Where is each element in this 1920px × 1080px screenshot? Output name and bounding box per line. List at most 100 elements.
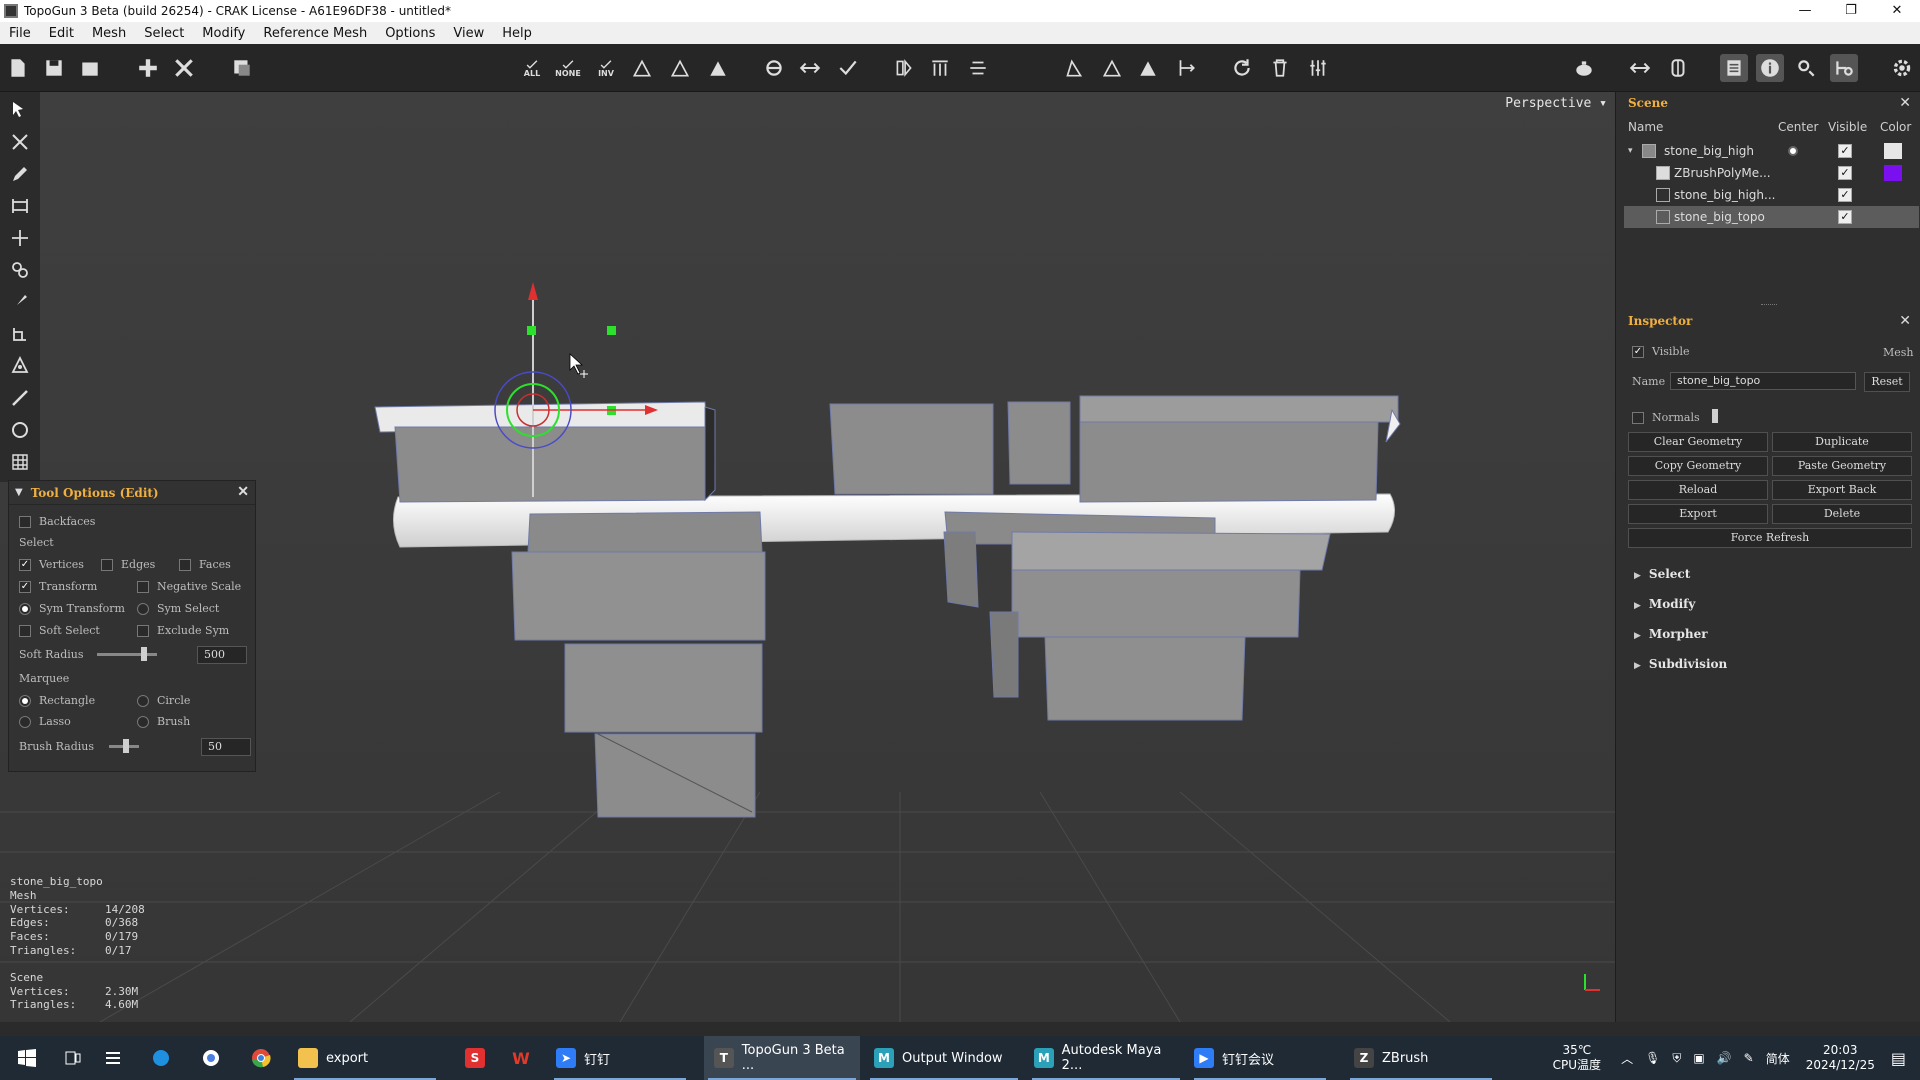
circle-tool-icon[interactable] [8,418,32,442]
faces-checkbox[interactable]: Faces [179,558,231,571]
color-swatch[interactable] [1884,165,1902,181]
normals-slider[interactable] [1712,409,1718,423]
backfaces-checkbox[interactable]: Backfaces [19,515,95,528]
duplicate-button[interactable]: Duplicate [1772,432,1912,452]
minimize-button[interactable]: — [1782,0,1828,22]
notification-icon[interactable]: ▤ [1891,1049,1906,1068]
tray-expand-icon[interactable]: ︿ [1621,1050,1633,1067]
clone-icon[interactable] [228,54,256,82]
check-tool-icon[interactable] [834,54,862,82]
save-as-icon[interactable] [76,54,104,82]
menu-options[interactable]: Options [376,26,444,41]
snap-edge-icon[interactable] [1098,54,1126,82]
mirror-icon[interactable] [890,54,918,82]
reload-button[interactable]: Reload [1628,480,1768,500]
brush-tool-icon[interactable] [8,290,32,314]
taskbar-app-wps[interactable]: W [504,1036,538,1080]
taskbar-app-zbrush[interactable]: Z ZBrush [1346,1036,1496,1080]
menu-help[interactable]: Help [493,26,541,41]
section-modify[interactable]: Modify [1634,597,1695,611]
close-icon[interactable]: ✕ [1899,313,1911,329]
visible-checkbox[interactable]: ✓ [1838,210,1852,224]
tweak-tool-icon[interactable] [8,258,32,282]
snap-move-icon[interactable] [1172,54,1200,82]
soft-radius-input[interactable]: 500 [197,646,247,664]
menu-mesh[interactable]: Mesh [83,26,135,41]
select-loop-icon[interactable] [760,54,788,82]
brush-radius-knob[interactable] [123,739,129,753]
close-icon[interactable]: ✕ [1899,95,1911,111]
info-icon[interactable] [1756,54,1784,82]
menu-select[interactable]: Select [135,26,193,41]
symmetry-icon[interactable] [1664,54,1692,82]
move-tool-icon[interactable] [8,226,32,250]
select-all-icon[interactable]: ALL [518,54,546,82]
normals-checkbox[interactable]: Normals [1632,411,1700,424]
network-icon[interactable]: ▣ [1693,1051,1704,1065]
select-tool-icon[interactable] [8,98,32,122]
ime-indicator[interactable]: 简体 [1766,1050,1790,1067]
maximize-button[interactable]: ❐ [1828,0,1874,22]
expand-horizontal-icon[interactable] [1626,54,1654,82]
circle-radio[interactable]: Circle [137,694,190,707]
lasso-radio[interactable]: Lasso [19,715,71,728]
task-view-icon[interactable] [58,1036,88,1080]
select-faces-icon[interactable] [704,54,732,82]
taskbar-app-topogun[interactable]: T TopoGun 3 Beta ... [704,1036,860,1080]
section-subdivision[interactable]: Subdivision [1634,657,1727,671]
taskbar-app-meeting[interactable]: ▶ 钉钉会议 [1190,1036,1330,1080]
trash-icon[interactable] [1266,54,1294,82]
menu-edit[interactable]: Edit [40,26,83,41]
negative-scale-checkbox[interactable]: Negative Scale [137,580,241,593]
microphone-icon[interactable]: 🎙 [1645,1051,1660,1065]
force-refresh-button[interactable]: Force Refresh [1628,528,1912,548]
align-icon[interactable] [926,54,954,82]
grow-selection-icon[interactable] [628,54,656,82]
menu-modify[interactable]: Modify [193,26,254,41]
display-settings-icon[interactable] [1792,54,1820,82]
save-icon[interactable] [40,54,68,82]
view-mode-dropdown[interactable]: Perspective ▾ [1505,96,1607,111]
delete-button[interactable]: Delete [1772,504,1912,524]
select-none-icon[interactable]: NONE [554,54,582,82]
app-icon[interactable] [196,1036,226,1080]
shrink-selection-icon[interactable] [666,54,694,82]
copy-geometry-button[interactable]: Copy Geometry [1628,456,1768,476]
grid-tool-icon[interactable] [8,450,32,474]
knife-tool-icon[interactable] [8,386,32,410]
transform-checkbox[interactable]: ✓ Transform [19,580,97,593]
export-button[interactable]: Export [1628,504,1768,524]
cpu-temperature[interactable]: 35℃ CPU温度 [1553,1043,1601,1073]
tool-settings-icon[interactable] [1830,54,1858,82]
taskbar-app-s[interactable]: S [458,1036,492,1080]
soft-select-checkbox[interactable]: Soft Select [19,624,100,637]
chrome-icon[interactable] [246,1036,276,1080]
export-back-button[interactable]: Export Back [1772,480,1912,500]
visible-checkbox[interactable]: ✓ Visible [1632,345,1690,358]
scene-item-stone-big-high-mesh[interactable]: stone_big_high... ✓ [1624,184,1919,206]
draw-tool-icon[interactable] [8,162,32,186]
windows-start-icon[interactable] [10,1036,44,1080]
new-file-icon[interactable] [4,54,32,82]
visible-checkbox[interactable]: ✓ [1838,166,1852,180]
color-swatch[interactable] [1884,143,1902,159]
reset-button[interactable]: Reset [1864,372,1910,392]
bridge-tool-icon[interactable] [8,194,32,218]
sym-transform-radio[interactable]: Sym Transform [19,602,125,615]
paste-geometry-button[interactable]: Paste Geometry [1772,456,1912,476]
scene-item-stone-big-high[interactable]: ▾ stone_big_high ✓ [1624,140,1919,162]
menu-view[interactable]: View [444,26,493,41]
pen-tool-icon[interactable] [8,354,32,378]
splitter-handle[interactable] [1761,304,1777,305]
list-icon[interactable] [98,1036,128,1080]
rectangle-radio[interactable]: Rectangle [19,694,95,707]
brush-radius-input[interactable]: 50 [201,738,251,756]
expand-arrow-icon[interactable]: ▾ [1628,146,1633,156]
tools-icon[interactable] [1304,54,1332,82]
visible-checkbox[interactable]: ✓ [1838,144,1852,158]
section-select[interactable]: Select [1634,567,1690,581]
menu-reference-mesh[interactable]: Reference Mesh [254,26,376,41]
tool-options-header[interactable]: ▼ Tool Options (Edit) ✕ [9,481,255,505]
center-radio[interactable] [1788,146,1798,156]
taskbar-app-output-window[interactable]: M Output Window [866,1036,1022,1080]
